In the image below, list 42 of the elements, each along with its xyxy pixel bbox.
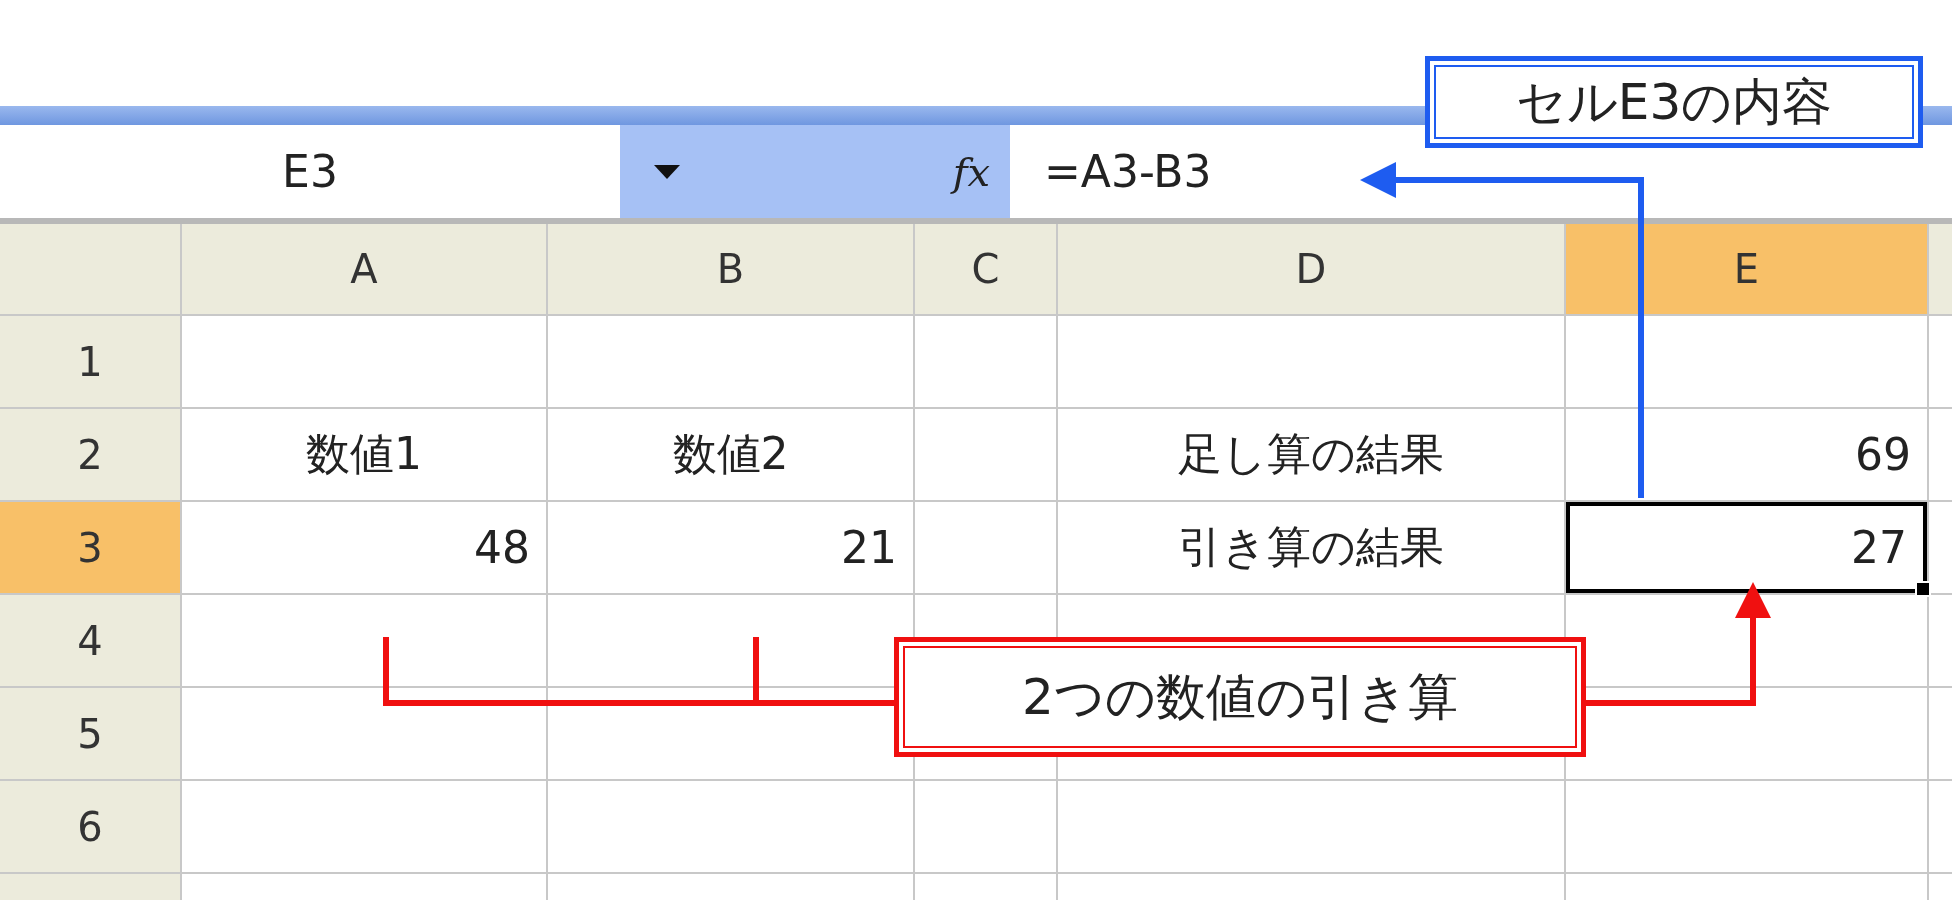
- column-header[interactable]: E: [1566, 224, 1927, 314]
- table-cell[interactable]: [182, 595, 546, 686]
- fill-handle[interactable]: [1915, 581, 1931, 597]
- table-cell[interactable]: [182, 781, 546, 872]
- table-cell[interactable]: [915, 781, 1056, 872]
- table-cell[interactable]: [182, 688, 546, 779]
- row-header[interactable]: 3: [0, 502, 180, 593]
- select-all-corner[interactable]: [0, 224, 180, 314]
- table-cell[interactable]: [548, 781, 913, 872]
- table-cell[interactable]: [548, 316, 913, 407]
- fx-label[interactable]: fx: [952, 148, 990, 195]
- table-cell[interactable]: [915, 409, 1056, 500]
- table-cell[interactable]: 48: [182, 502, 546, 593]
- table-cell[interactable]: 数値2: [548, 409, 913, 500]
- table-cell[interactable]: 足し算の結果: [1058, 409, 1564, 500]
- table-cell[interactable]: 引き算の結果: [1058, 502, 1564, 593]
- row-header[interactable]: 2: [0, 409, 180, 500]
- column-header[interactable]: D: [1058, 224, 1564, 314]
- row-header[interactable]: 6: [0, 781, 180, 872]
- table-cell[interactable]: [548, 595, 913, 686]
- row-header[interactable]: 1: [0, 316, 180, 407]
- column-header[interactable]: C: [915, 224, 1056, 314]
- table-cell[interactable]: [915, 502, 1056, 593]
- column-header[interactable]: A: [182, 224, 546, 314]
- table-cell[interactable]: [1566, 316, 1927, 407]
- caret-icon: [654, 164, 680, 179]
- table-cell[interactable]: [1058, 316, 1564, 407]
- table-cell[interactable]: [1566, 781, 1927, 872]
- table-cell[interactable]: [1058, 781, 1564, 872]
- table-cell[interactable]: [1566, 595, 1927, 686]
- table-cell[interactable]: 数値1: [182, 409, 546, 500]
- table-cell[interactable]: [1566, 688, 1927, 779]
- table-cell[interactable]: 21: [548, 502, 913, 593]
- callout-tooltip: 2つの数値の引き算: [894, 637, 1586, 757]
- callout-tooltip: セルE3の内容: [1425, 56, 1923, 148]
- name-box-dropdown[interactable]: fx: [620, 125, 1010, 218]
- table-cell[interactable]: [915, 316, 1056, 407]
- row-header[interactable]: 5: [0, 688, 180, 779]
- row-header[interactable]: 4: [0, 595, 180, 686]
- table-cell[interactable]: 69: [1566, 409, 1927, 500]
- column-header[interactable]: B: [548, 224, 913, 314]
- table-cell[interactable]: [182, 316, 546, 407]
